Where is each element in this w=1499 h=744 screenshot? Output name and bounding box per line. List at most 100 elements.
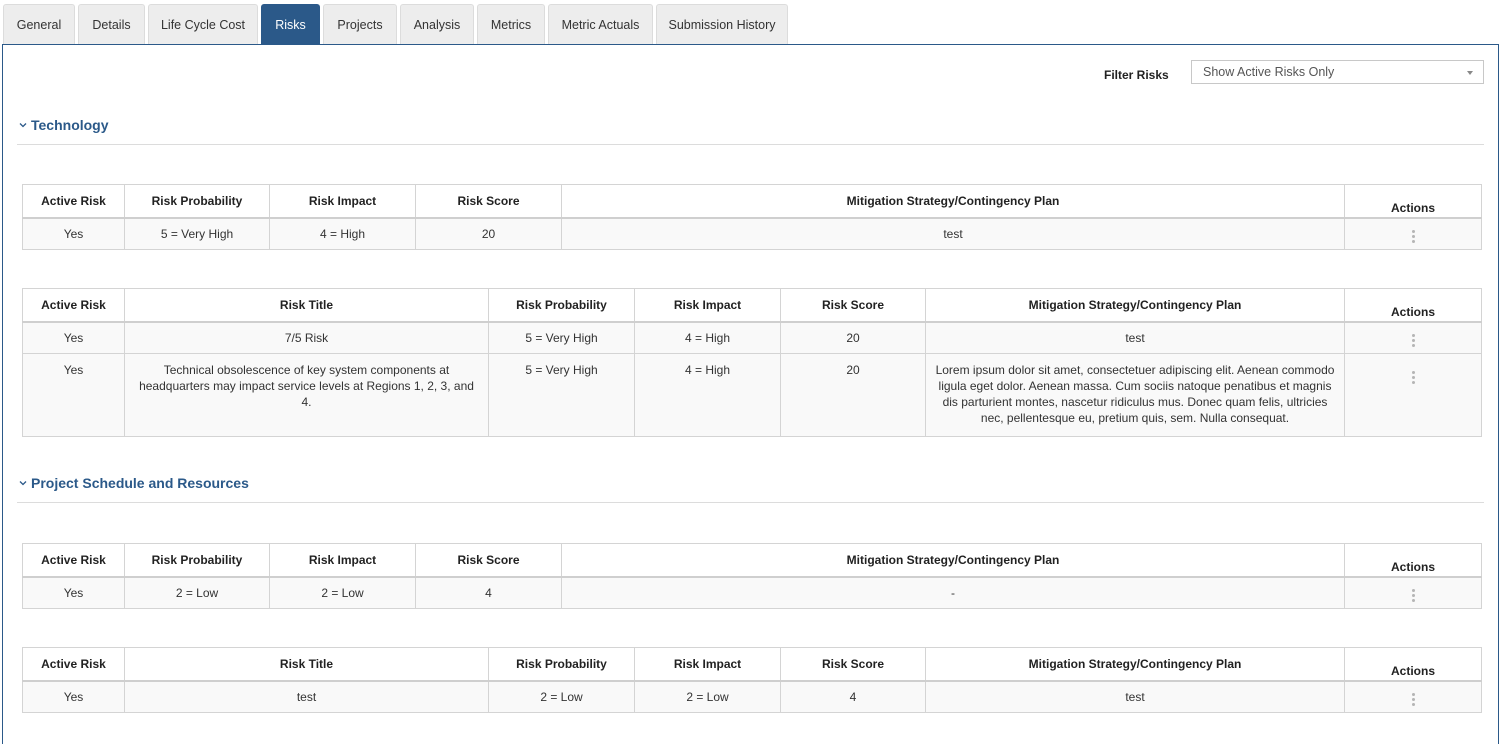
cell-risk-score: 4 — [780, 680, 926, 713]
cell-risk-impact: 2 = Low — [634, 680, 781, 713]
cell-active-risk: Yes — [22, 353, 125, 437]
cell-risk-probability: 2 = Low — [488, 680, 635, 713]
col-header-risk-title: Risk Title — [124, 288, 489, 322]
tab-life-cycle-cost[interactable]: Life Cycle Cost — [148, 4, 258, 45]
cell-mitigation: - — [561, 576, 1345, 609]
cell-active-risk: Yes — [22, 680, 125, 713]
table-row: Yes 2 = Low 2 = Low 4 - — [22, 576, 1482, 609]
col-header-risk-score: Risk Score — [780, 647, 926, 681]
tab-submission-history[interactable]: Submission History — [656, 4, 788, 45]
col-header-risk-score: Risk Score — [415, 184, 562, 218]
cell-active-risk: Yes — [22, 576, 125, 609]
cell-risk-impact: 4 = High — [269, 217, 416, 250]
col-header-risk-probability: Risk Probability — [488, 288, 635, 322]
cell-mitigation: Lorem ipsum dolor sit amet, consectetuer… — [925, 353, 1345, 437]
table-row: Yes test 2 = Low 2 = Low 4 test — [22, 680, 1482, 713]
col-header-actions: Actions — [1344, 288, 1482, 322]
col-header-risk-probability: Risk Probability — [124, 543, 270, 577]
cell-active-risk: Yes — [22, 217, 125, 250]
tab-projects[interactable]: Projects — [323, 4, 397, 45]
filter-risks-value: Show Active Risks Only — [1203, 65, 1335, 79]
cell-risk-probability: 5 = Very High — [488, 353, 635, 437]
col-header-mitigation: Mitigation Strategy/Contingency Plan — [925, 647, 1345, 681]
cell-mitigation: test — [925, 321, 1345, 354]
col-header-risk-impact: Risk Impact — [634, 288, 781, 322]
cell-actions — [1344, 680, 1482, 713]
section-title: Project Schedule and Resources — [31, 475, 249, 491]
col-header-risk-probability: Risk Probability — [488, 647, 635, 681]
col-header-active-risk: Active Risk — [22, 288, 125, 322]
cell-risk-score: 20 — [415, 217, 562, 250]
chevron-down-icon — [19, 123, 27, 128]
col-header-risk-score: Risk Score — [415, 543, 562, 577]
col-header-risk-score: Risk Score — [780, 288, 926, 322]
cell-actions — [1344, 321, 1482, 354]
col-header-risk-impact: Risk Impact — [269, 184, 416, 218]
col-header-mitigation: Mitigation Strategy/Contingency Plan — [925, 288, 1345, 322]
cell-mitigation: test — [561, 217, 1345, 250]
tab-analysis[interactable]: Analysis — [400, 4, 474, 45]
filter-risks-select[interactable]: Show Active Risks Only — [1191, 60, 1484, 84]
section-divider — [17, 144, 1484, 145]
cell-active-risk: Yes — [22, 321, 125, 354]
caret-down-icon — [1467, 71, 1473, 75]
col-header-active-risk: Active Risk — [22, 543, 125, 577]
col-header-mitigation: Mitigation Strategy/Contingency Plan — [561, 543, 1345, 577]
kebab-menu-icon[interactable] — [1408, 587, 1418, 605]
cell-risk-title: Technical obsolescence of key system com… — [124, 353, 489, 437]
col-header-actions: Actions — [1344, 543, 1482, 577]
table-row: Yes 7/5 Risk 5 = Very High 4 = High 20 t… — [22, 321, 1482, 354]
col-header-active-risk: Active Risk — [22, 184, 125, 218]
risk-summary-table: Active Risk Risk Probability Risk Impact… — [22, 543, 1482, 609]
table-header-row: Active Risk Risk Probability Risk Impact… — [22, 184, 1482, 218]
table-header-row: Active Risk Risk Probability Risk Impact… — [22, 543, 1482, 577]
cell-risk-title: test — [124, 680, 489, 713]
cell-actions — [1344, 576, 1482, 609]
cell-risk-score: 20 — [780, 321, 926, 354]
cell-risk-score: 20 — [780, 353, 926, 437]
tab-details[interactable]: Details — [78, 4, 145, 45]
risks-panel: Filter Risks Show Active Risks Only Tech… — [2, 44, 1499, 744]
cell-risk-title: 7/5 Risk — [124, 321, 489, 354]
table-header-row: Active Risk Risk Title Risk Probability … — [22, 288, 1482, 322]
section-title: Technology — [31, 117, 109, 133]
table-header-row: Active Risk Risk Title Risk Probability … — [22, 647, 1482, 681]
col-header-risk-impact: Risk Impact — [634, 647, 781, 681]
filter-risks-label: Filter Risks — [1104, 68, 1169, 82]
risk-detail-table: Active Risk Risk Title Risk Probability … — [22, 647, 1482, 713]
col-header-risk-impact: Risk Impact — [269, 543, 416, 577]
kebab-menu-icon[interactable] — [1408, 228, 1418, 246]
risk-detail-table: Active Risk Risk Title Risk Probability … — [22, 288, 1482, 437]
risk-summary-table: Active Risk Risk Probability Risk Impact… — [22, 184, 1482, 250]
tab-general[interactable]: General — [3, 4, 75, 45]
cell-risk-impact: 2 = Low — [269, 576, 416, 609]
cell-actions — [1344, 353, 1482, 437]
table-row: Yes 5 = Very High 4 = High 20 test — [22, 217, 1482, 250]
cell-actions — [1344, 217, 1482, 250]
cell-risk-impact: 4 = High — [634, 353, 781, 437]
col-header-risk-probability: Risk Probability — [124, 184, 270, 218]
kebab-menu-icon[interactable] — [1408, 369, 1418, 387]
cell-risk-score: 4 — [415, 576, 562, 609]
tab-bar: General Details Life Cycle Cost Risks Pr… — [3, 4, 791, 45]
kebab-menu-icon[interactable] — [1408, 332, 1418, 350]
section-divider — [17, 502, 1484, 503]
tab-metrics[interactable]: Metrics — [477, 4, 545, 45]
cell-risk-impact: 4 = High — [634, 321, 781, 354]
cell-risk-probability: 5 = Very High — [488, 321, 635, 354]
col-header-mitigation: Mitigation Strategy/Contingency Plan — [561, 184, 1345, 218]
cell-mitigation: test — [925, 680, 1345, 713]
col-header-actions: Actions — [1344, 184, 1482, 218]
cell-risk-probability: 5 = Very High — [124, 217, 270, 250]
col-header-risk-title: Risk Title — [124, 647, 489, 681]
col-header-active-risk: Active Risk — [22, 647, 125, 681]
tab-metric-actuals[interactable]: Metric Actuals — [548, 4, 653, 45]
chevron-down-icon — [19, 481, 27, 486]
col-header-actions: Actions — [1344, 647, 1482, 681]
section-header-technology[interactable]: Technology — [17, 117, 109, 133]
table-row: Yes Technical obsolescence of key system… — [22, 353, 1482, 437]
tab-risks[interactable]: Risks — [261, 4, 320, 45]
kebab-menu-icon[interactable] — [1408, 691, 1418, 709]
section-header-project-schedule[interactable]: Project Schedule and Resources — [17, 475, 249, 491]
cell-risk-probability: 2 = Low — [124, 576, 270, 609]
